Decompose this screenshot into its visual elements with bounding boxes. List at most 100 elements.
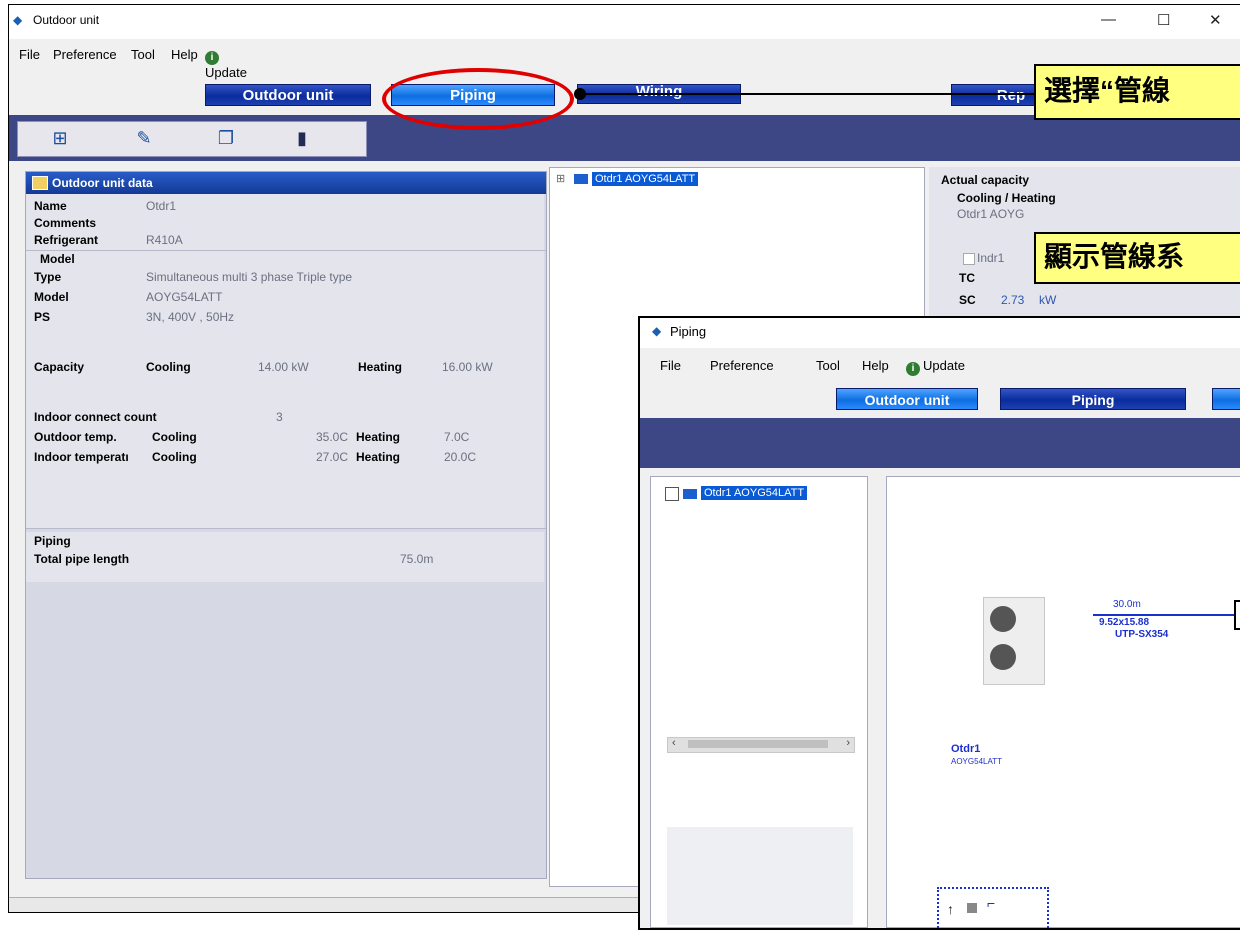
- outdoor-unit-data-panel: Outdoor unit data Name Otdr1 Comments Re…: [25, 171, 547, 879]
- delete-icon[interactable]: ▮: [282, 125, 322, 151]
- model-value: AOYG54LATT: [146, 290, 223, 304]
- indoor-unit-label: Indr1: [977, 251, 1005, 265]
- name-label: Name: [34, 199, 67, 213]
- info-icon: i: [906, 362, 920, 376]
- tree-checkbox[interactable]: [665, 487, 679, 501]
- connector-icon[interactable]: ⌐: [987, 895, 995, 911]
- piping-menu-tool[interactable]: Tool: [816, 358, 840, 373]
- outdoor-temp-cooling-label: Cooling: [152, 430, 197, 444]
- highlight-ellipse: [382, 68, 574, 130]
- divider: [26, 528, 546, 529]
- scroll-thumb[interactable]: [688, 740, 828, 748]
- piping-diagram-canvas: Otdr1 AOYG54LATT 30.0m 9.52x15.88 UTP-SX…: [886, 476, 1240, 928]
- sc-label: SC: [959, 293, 976, 307]
- outdoor-temp-label: Outdoor temp.: [34, 430, 117, 444]
- maximize-button[interactable]: ☐: [1157, 11, 1170, 29]
- folder-icon: [683, 489, 697, 499]
- app-icon: ◆: [13, 13, 23, 27]
- unit-small-icon[interactable]: [967, 903, 977, 913]
- piping-toolbar: [640, 418, 1240, 468]
- refrigerant-label: Refrigerant: [34, 233, 99, 247]
- unit-name-label: Otdr1: [951, 743, 981, 755]
- model-label: Model: [34, 290, 69, 304]
- unit-model-label: AOYG54LATT: [951, 757, 1002, 766]
- copy-icon[interactable]: ❐: [206, 125, 246, 151]
- piping-tab-piping[interactable]: Piping: [1000, 388, 1186, 410]
- connector-line: [574, 88, 1040, 100]
- edit-icon[interactable]: ✎: [124, 125, 164, 151]
- folder-icon: [574, 174, 588, 184]
- window-title: Outdoor unit: [33, 13, 100, 27]
- piping-tree-pane: Otdr1 AOYG54LATT ‹ ›: [650, 476, 868, 928]
- selection-box[interactable]: ↑ ⌐: [937, 887, 1049, 928]
- info-icon: i: [205, 51, 219, 65]
- callout-select-piping: 選擇“管線: [1034, 64, 1240, 120]
- indoor-temp-heating-label: Heating: [356, 450, 401, 464]
- capacity-label: Capacity: [34, 360, 85, 374]
- piping-section-label: Piping: [34, 534, 71, 548]
- sc-value: 2.73: [1001, 293, 1025, 307]
- sc-unit: kW: [1039, 293, 1057, 307]
- cooling-heating-label: Cooling / Heating: [957, 191, 1056, 205]
- tree-footer: [667, 827, 853, 925]
- toolbar-button-group: ⊞ ✎ ❐ ▮: [17, 121, 367, 157]
- indoor-temp-cooling-label: Cooling: [152, 450, 197, 464]
- menu-update[interactable]: iUpdate: [205, 47, 247, 80]
- piping-tree-node[interactable]: Otdr1 AOYG54LATT: [701, 486, 808, 500]
- indoor-count-value: 3: [276, 410, 283, 424]
- indoor-count-label: Indoor connect count: [34, 410, 157, 424]
- menu-tool[interactable]: Tool: [131, 47, 155, 62]
- indoor-temp-label: Indoor temperatı: [34, 450, 129, 464]
- pointer-icon[interactable]: ↑: [947, 901, 954, 917]
- piping-window: ◆ Piping File Preference Tool Help i Upda…: [638, 316, 1240, 930]
- piping-menu-preference[interactable]: Preference: [710, 358, 774, 373]
- outdoor-unit-image[interactable]: [983, 597, 1045, 685]
- tc-label: TC: [959, 271, 975, 285]
- panel-header: Outdoor unit data: [26, 172, 546, 194]
- refrigerant-value: R410A: [146, 233, 183, 247]
- scroll-right-icon[interactable]: ›: [846, 737, 850, 749]
- total-pipe-value: 75.0m: [400, 552, 434, 566]
- piping-menu-file[interactable]: File: [660, 358, 681, 373]
- actual-capacity-title: Actual capacity: [941, 173, 1030, 187]
- pipe-size-label: 9.52x15.88: [1099, 617, 1150, 628]
- fan-icon: [990, 606, 1016, 632]
- add-unit-icon[interactable]: ⊞: [40, 125, 80, 151]
- name-value: Otdr1: [146, 199, 177, 213]
- close-button[interactable]: ✕: [1209, 11, 1222, 29]
- capacity-row-outdoor: Otdr1 AOYG: [957, 207, 1025, 221]
- comments-label: Comments: [34, 216, 97, 230]
- piping-menu-help[interactable]: Help: [862, 358, 889, 373]
- app-icon: ◆: [652, 324, 662, 338]
- horizontal-scrollbar[interactable]: ‹ ›: [667, 737, 855, 753]
- menu-file[interactable]: File: [19, 47, 40, 62]
- outdoor-temp-heating-value: 7.0C: [444, 430, 470, 444]
- total-pipe-label: Total pipe length: [34, 552, 130, 566]
- piping-tab-outdoor-unit[interactable]: Outdoor unit: [836, 388, 978, 410]
- capacity-heating-value: 16.00 kW: [442, 360, 493, 374]
- title-bar: ◆ Outdoor unit — ☐ ✕: [9, 5, 1240, 39]
- indoor-temp-heating-value: 20.0C: [444, 450, 477, 464]
- ps-value: 3N, 400V , 50Hz: [146, 310, 235, 324]
- outdoor-temp-heating-label: Heating: [356, 430, 401, 444]
- indoor-temp-cooling-value: 27.0C: [316, 450, 349, 464]
- type-label: Type: [34, 270, 62, 284]
- piping-title-bar: ◆ Piping: [640, 318, 1240, 348]
- menu-help[interactable]: Help: [171, 47, 198, 62]
- capacity-cooling-label: Cooling: [146, 360, 191, 374]
- pipe-length-label: 30.0m: [1113, 599, 1141, 610]
- indoor-checkbox[interactable]: [963, 253, 975, 265]
- tab-outdoor-unit[interactable]: Outdoor unit: [205, 84, 371, 106]
- menu-preference[interactable]: Preference: [53, 47, 117, 62]
- scroll-left-icon[interactable]: ‹: [672, 737, 676, 749]
- piping-menu-update[interactable]: i Update: [906, 358, 965, 376]
- ps-label: PS: [34, 310, 51, 324]
- outdoor-temp-cooling-value: 35.0C: [316, 430, 349, 444]
- pipe-model-label: UTP-SX354: [1115, 629, 1169, 640]
- folder-icon: [32, 176, 48, 190]
- tree-node-otdr1[interactable]: Otdr1 AOYG54LATT: [592, 172, 699, 186]
- minimize-button[interactable]: —: [1101, 11, 1116, 28]
- tree-expander-icon[interactable]: ⊞: [556, 172, 565, 185]
- piping-tab-next[interactable]: [1212, 388, 1240, 410]
- toolbar: ⊞ ✎ ❐ ▮: [9, 115, 1240, 161]
